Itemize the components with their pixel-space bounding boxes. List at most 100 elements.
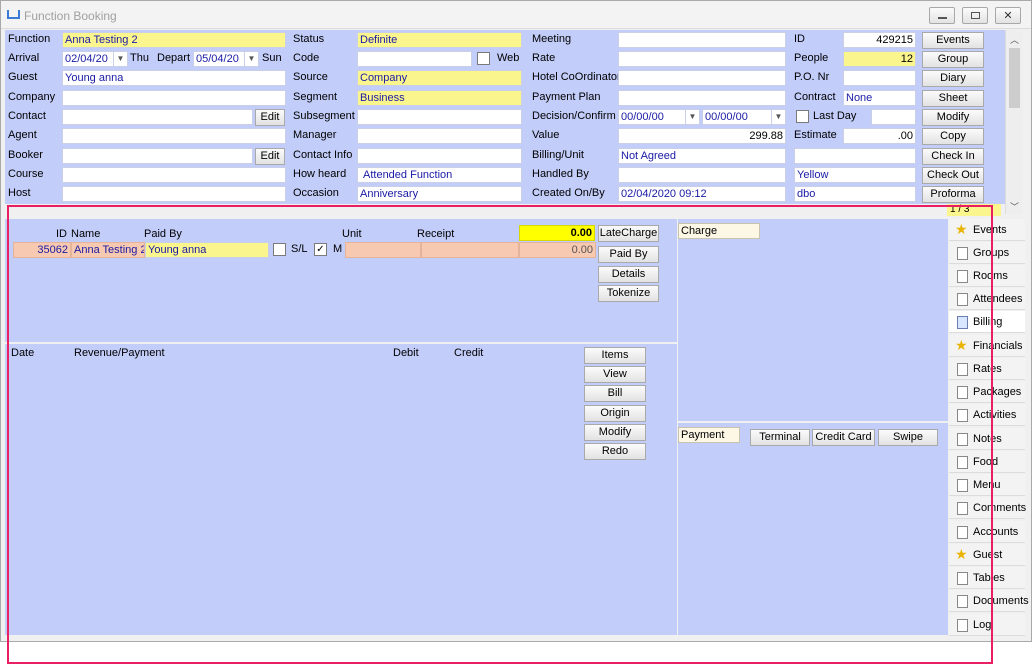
tab-rates[interactable]: Rates [949,358,1025,380]
paid-by-button[interactable]: Paid By [598,246,659,263]
tab-events[interactable]: ★ Events [949,219,1025,241]
payment-field[interactable]: Payment [678,427,740,443]
billing-unit-field[interactable]: Not Agreed [618,148,786,164]
extra-field[interactable] [794,148,916,164]
created-on-field[interactable]: 02/04/2020 09:12 [618,186,786,202]
credit-card-button[interactable]: Credit Card [812,429,875,446]
tab-billing[interactable]: Billing [949,311,1025,333]
proforma-button[interactable]: Proforma [922,186,984,203]
tab-activities[interactable]: Activities [949,404,1025,426]
contact-field[interactable] [62,109,253,125]
tab-financials[interactable]: ★ Financials [949,335,1025,357]
arrival-date-field[interactable]: 02/04/20 ▼ [62,51,128,67]
restore-button[interactable] [962,7,988,24]
diary-button[interactable]: Diary [922,70,984,87]
bill-button[interactable]: Bill [584,385,646,402]
copy-button[interactable]: Copy [922,128,984,145]
handled-by-field[interactable] [618,167,786,183]
subsegment-field[interactable] [357,109,522,125]
tab-packages[interactable]: Packages [949,381,1025,403]
color-field[interactable]: Yellow [794,167,916,183]
modify-transaction-button[interactable]: Modify [584,424,646,441]
tab-documents[interactable]: Documents [949,590,1029,612]
view-button[interactable]: View [584,366,646,383]
created-by-field[interactable]: dbo [794,186,916,202]
charge-field[interactable]: Charge [678,223,760,239]
items-button[interactable]: Items [584,347,646,364]
chevron-down-icon[interactable]: ﹀ [1010,200,1019,213]
tab-groups[interactable]: Groups [949,242,1025,264]
row-paid-by[interactable]: Young anna [145,242,269,258]
chevron-down-icon[interactable]: ▼ [244,52,258,66]
tab-accounts[interactable]: Accounts [949,521,1025,543]
tab-log[interactable]: Log [949,614,1025,636]
chevron-down-icon[interactable]: ▼ [771,110,785,124]
occasion-field[interactable]: Anniversary [357,186,522,202]
manager-field[interactable] [357,128,522,144]
events-button[interactable]: Events [922,32,984,49]
group-button[interactable]: Group [922,51,984,68]
decision-date-field[interactable]: 00/00/00 ▼ [618,109,700,125]
edit-booker-button[interactable]: Edit [255,148,285,165]
row-receipt[interactable] [421,242,519,258]
chevron-down-icon[interactable]: ▼ [685,110,699,124]
tab-menu[interactable]: Menu [949,474,1025,496]
last-day-checkbox[interactable] [796,110,809,123]
rate-field[interactable] [618,51,786,67]
late-charge-button[interactable]: LateCharge [598,225,659,242]
how-heard-field[interactable]: Attended Function [357,167,522,183]
header-scrollbar[interactable]: ︿ ﹀ [1005,30,1022,214]
segment-field[interactable]: Business [357,90,522,106]
scrollbar-thumb[interactable] [1009,48,1020,108]
swipe-button[interactable]: Swipe [878,429,938,446]
meeting-field[interactable] [618,32,786,48]
booker-field[interactable] [62,148,253,164]
po-nr-field[interactable] [843,70,916,86]
last-day-field[interactable] [871,109,916,125]
source-field[interactable]: Company [357,70,522,86]
confirm-date-field[interactable]: 00/00/00 ▼ [702,109,786,125]
web-checkbox[interactable] [477,52,490,65]
tab-guest[interactable]: ★ Guest [949,544,1025,566]
contact-info-field[interactable] [357,148,522,164]
guest-field[interactable]: Young anna [62,70,286,86]
payment-plan-field[interactable] [618,90,786,106]
check-in-button[interactable]: Check In [922,148,984,165]
people-field[interactable]: 12 [843,51,916,67]
depart-date-field[interactable]: 05/04/20 ▼ [193,51,259,67]
tab-tables[interactable]: Tables [949,567,1025,589]
redo-button[interactable]: Redo [584,443,646,460]
close-button[interactable]: ✕ [995,7,1021,24]
tab-attendees[interactable]: Attendees [949,288,1025,310]
status-field[interactable]: Definite [357,32,522,48]
chevron-down-icon[interactable]: ▼ [113,52,127,66]
tab-food[interactable]: Food [949,451,1025,473]
sl-checkbox[interactable] [273,243,286,256]
hotel-coordinator-field[interactable] [618,70,786,86]
course-field[interactable] [62,167,286,183]
check-out-button[interactable]: Check Out [922,167,984,184]
table-row[interactable]: 35062 Anna Testing 2 Young anna S/L ✓ M … [11,242,596,258]
row-unit[interactable] [345,242,421,258]
value-field[interactable]: 299.88 [618,128,786,144]
company-field[interactable] [62,90,286,106]
contract-field[interactable]: None [843,90,916,106]
tab-comments[interactable]: Comments [949,497,1026,519]
m-checkbox[interactable]: ✓ [314,243,327,256]
minimize-button[interactable] [929,7,955,24]
origin-button[interactable]: Origin [584,405,646,422]
edit-contact-button[interactable]: Edit [255,109,285,126]
sheet-button[interactable]: Sheet [922,90,984,107]
modify-button[interactable]: Modify [922,109,984,126]
host-field[interactable] [62,186,286,202]
terminal-button[interactable]: Terminal [750,429,810,446]
estimate-field[interactable]: .00 [843,128,916,144]
tab-notes[interactable]: Notes [949,428,1025,450]
tokenize-button[interactable]: Tokenize [598,285,659,302]
code-field[interactable] [357,51,472,67]
tab-rooms[interactable]: Rooms [949,265,1025,287]
chevron-up-icon[interactable]: ︿ [1010,33,1019,46]
agent-field[interactable] [62,128,286,144]
function-field[interactable]: Anna Testing 2 [62,32,286,48]
details-button[interactable]: Details [598,266,659,283]
